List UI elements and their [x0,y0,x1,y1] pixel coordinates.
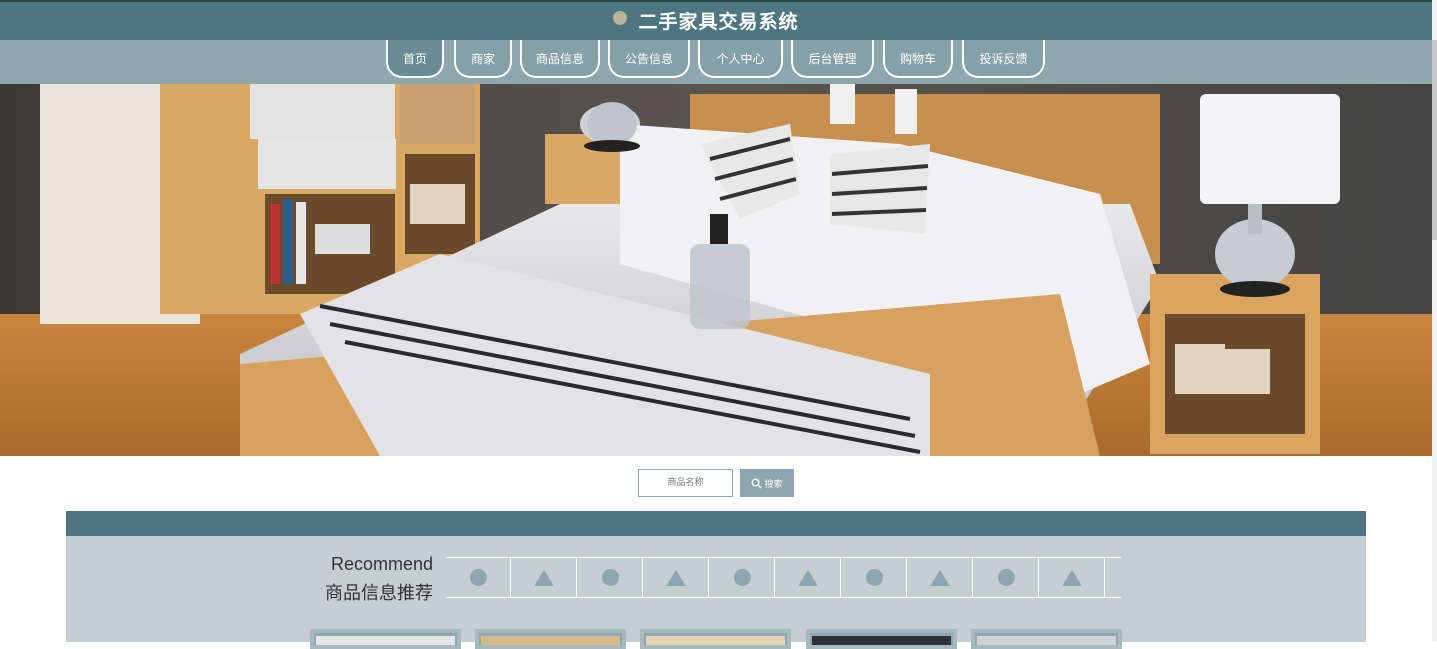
deco-cell [974,558,1039,597]
scrollbar-thumb[interactable] [1432,40,1437,240]
nav-item-announcements[interactable]: 公告信息 [608,40,690,78]
deco-cell [908,558,973,597]
product-name-search-input[interactable] [638,469,733,497]
deco-cell [578,558,643,597]
deco-cell [776,558,841,597]
main-nav: 首页 商家 商品信息 公告信息 个人中心 后台管理 购物车 投诉反馈 [0,40,1437,84]
search-button[interactable]: 搜索 [740,469,794,497]
search-icon [751,478,763,489]
nav-item-cart[interactable]: 购物车 [883,40,953,78]
deco-cell [710,558,775,597]
page-scrollbar[interactable] [1432,0,1437,642]
product-card[interactable] [310,629,461,649]
product-image [977,636,1116,645]
product-image [812,636,951,645]
triangle-icon [534,569,554,586]
nav-item-personal-center[interactable]: 个人中心 [698,40,783,78]
hero-carousel[interactable] [0,84,1432,456]
circle-icon [865,569,883,586]
deco-cell [1040,558,1105,597]
product-card[interactable] [640,629,791,649]
nav-item-admin[interactable]: 后台管理 [791,40,874,78]
nav-item-merchants[interactable]: 商家 [454,40,512,78]
circle-icon [733,569,751,586]
product-card[interactable] [806,629,957,649]
nav-item-products[interactable]: 商品信息 [520,40,600,78]
recommend-section: Recommend 商品信息推荐 [66,511,1366,642]
triangle-icon [1062,569,1082,586]
triangle-icon [798,569,818,586]
deco-cell [512,558,577,597]
product-card[interactable] [971,629,1122,649]
circle-icon [997,569,1015,586]
circle-icon [601,569,619,586]
nav-item-feedback[interactable]: 投诉反馈 [962,40,1045,78]
top-header: 二手家具交易系统 [0,0,1437,40]
deco-cell [644,558,709,597]
product-image [481,636,620,645]
banner-image [0,84,1432,456]
recommend-title-cn: 商品信息推荐 [325,583,433,604]
triangle-icon [930,569,950,586]
search-button-label: 搜索 [764,479,783,490]
triangle-icon [666,569,686,586]
product-card[interactable] [475,629,626,649]
site-title: 二手家具交易系统 [638,11,799,33]
nav-item-home[interactable]: 首页 [386,40,444,78]
recommend-title-en: Recommend [330,554,433,574]
decorative-strip [446,557,1121,598]
product-image [316,636,455,645]
deco-cell [446,558,511,597]
circle-icon [469,569,487,586]
deco-cell [842,558,907,597]
product-image [646,636,785,645]
section-header-bar [66,511,1366,536]
